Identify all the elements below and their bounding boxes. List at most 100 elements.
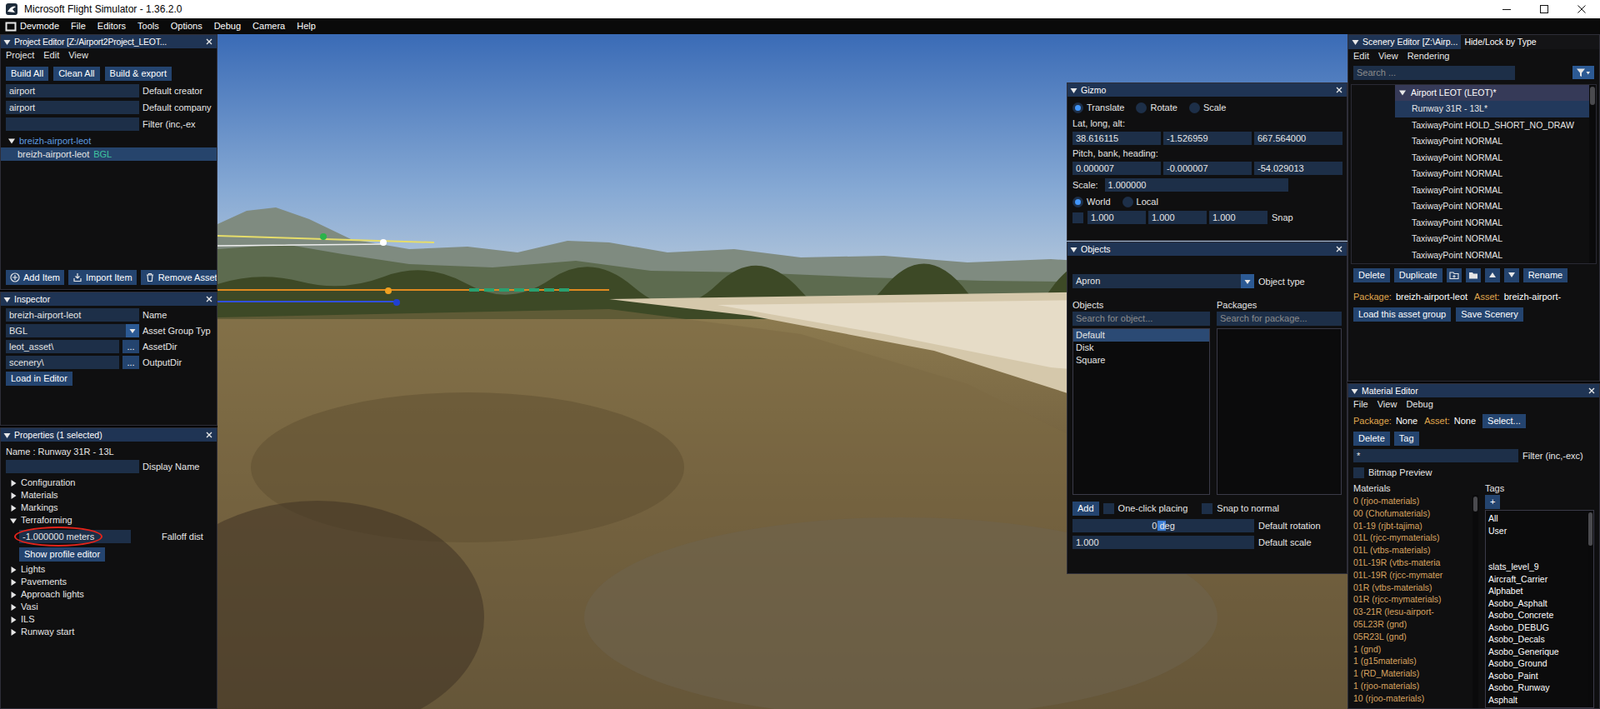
select-button[interactable]: Select... bbox=[1482, 414, 1526, 429]
scenery-action-button[interactable]: Save Scenery bbox=[1455, 307, 1523, 322]
tree-item[interactable]: Runway 31R - 13L* bbox=[1395, 100, 1590, 118]
material-item[interactable]: 01-19 (rjbt-tajima) bbox=[1353, 520, 1473, 533]
tab[interactable]: Scenery Editor [Z:\Airp... bbox=[1348, 35, 1461, 50]
menu-item[interactable]: Debug bbox=[1405, 397, 1433, 412]
menu-item[interactable]: View bbox=[1378, 49, 1399, 64]
menu-item[interactable]: Help bbox=[296, 18, 316, 35]
tag-item[interactable]: Asobo_Ground bbox=[1488, 657, 1588, 670]
material-item[interactable]: 01L (vtbs-materials) bbox=[1353, 544, 1473, 557]
material-item[interactable]: 01R (vtbs-materials) bbox=[1353, 581, 1473, 595]
collapsed-arrow-icon[interactable] bbox=[9, 504, 18, 513]
path-field[interactable]: leot_asset\ bbox=[5, 340, 120, 354]
material-button[interactable]: Delete bbox=[1353, 431, 1390, 446]
scale-field[interactable]: 1.000000 bbox=[1105, 178, 1289, 192]
tree-group[interactable]: breizh-airport-leot bbox=[0, 134, 217, 148]
move-down-button[interactable] bbox=[1504, 268, 1520, 283]
title-bar[interactable]: Inspector bbox=[0, 292, 217, 306]
property-section[interactable]: Approach lights bbox=[0, 588, 217, 601]
profile-editor-button[interactable]: Show profile editor bbox=[19, 547, 105, 562]
collapsed-arrow-icon[interactable] bbox=[9, 491, 18, 500]
title-bar[interactable]: Objects bbox=[1067, 242, 1347, 256]
3d-viewport[interactable]: GizmoTranslateRotateScaleLat, long, alt:… bbox=[217, 34, 1348, 709]
tree-item[interactable]: TaxiwayPoint NORMAL bbox=[1395, 182, 1590, 200]
collapse-arrow-icon[interactable] bbox=[3, 38, 11, 46]
radio-button[interactable] bbox=[1072, 102, 1084, 114]
material-item[interactable]: 01L-19R (rjcc-mymater bbox=[1353, 569, 1473, 582]
tag-item[interactable]: Asobo_Paint bbox=[1488, 670, 1588, 683]
tag-item[interactable]: Asobo_DEBUG bbox=[1488, 621, 1588, 635]
tag-item[interactable]: slats_level_9 bbox=[1488, 560, 1588, 574]
checkbox[interactable] bbox=[1072, 212, 1084, 224]
material-item[interactable]: 10 (rjoo-materials) bbox=[1353, 692, 1473, 705]
collapsed-arrow-icon[interactable] bbox=[9, 578, 18, 587]
menu-item[interactable]: Devmode bbox=[5, 18, 60, 35]
object-item[interactable]: Default bbox=[1073, 329, 1210, 342]
property-section[interactable]: ILS bbox=[0, 613, 217, 626]
collapse-arrow-icon[interactable] bbox=[3, 295, 11, 304]
menu-item[interactable]: Edit bbox=[1353, 49, 1370, 64]
collapsed-arrow-icon[interactable] bbox=[9, 565, 18, 575]
tag-item[interactable]: Asobo_Concrete bbox=[1488, 609, 1588, 622]
search-field[interactable] bbox=[1072, 311, 1210, 326]
position-field[interactable]: -1.526959 bbox=[1163, 131, 1252, 145]
tab[interactable]: Hide/Lock by Type bbox=[1460, 35, 1540, 50]
title-bar[interactable]: Project Editor [Z:/Airport2Project_LEOT.… bbox=[0, 35, 217, 49]
display-name-field[interactable] bbox=[5, 460, 140, 474]
collapsed-arrow-icon[interactable] bbox=[9, 628, 18, 637]
import-item-button[interactable]: Import Item bbox=[68, 270, 137, 285]
tree-item[interactable]: TaxiwayPoint NORMAL bbox=[1395, 215, 1590, 232]
tag-item[interactable]: Asobo_Runway bbox=[1488, 681, 1588, 695]
rotation-field[interactable]: -0.000007 bbox=[1163, 161, 1252, 175]
radio-option[interactable]: Scale bbox=[1189, 100, 1227, 115]
tag-item[interactable] bbox=[1488, 536, 1588, 550]
material-item[interactable]: 00 (Chofumaterials) bbox=[1353, 507, 1473, 520]
property-section[interactable]: Configuration bbox=[0, 476, 217, 490]
checkbox[interactable] bbox=[1201, 503, 1213, 515]
search-field[interactable] bbox=[1216, 311, 1342, 326]
browse-button[interactable]: ... bbox=[122, 355, 140, 370]
menu-item[interactable]: View bbox=[68, 48, 89, 63]
scrollbar-thumb[interactable] bbox=[1588, 512, 1593, 546]
property-section[interactable]: Materials bbox=[0, 489, 217, 502]
scrollbar[interactable] bbox=[1589, 85, 1596, 264]
menu-item[interactable]: Debug bbox=[214, 18, 241, 35]
close-icon[interactable] bbox=[204, 294, 215, 305]
add-item-button[interactable]: Add Item bbox=[5, 270, 65, 285]
close-icon[interactable] bbox=[204, 430, 215, 440]
title-bar[interactable]: Material Editor bbox=[1348, 384, 1600, 398]
tag-item[interactable]: User bbox=[1488, 525, 1588, 538]
tag-item[interactable]: Aircraft_Carrier bbox=[1488, 573, 1588, 586]
snap-field[interactable]: 1.000 bbox=[1148, 210, 1207, 225]
property-section[interactable]: Lights bbox=[0, 563, 217, 576]
menu-item[interactable]: Camera bbox=[252, 18, 285, 35]
text-field[interactable] bbox=[5, 117, 140, 131]
minimize-button[interactable] bbox=[1487, 0, 1525, 19]
remove-asset-button[interactable]: Remove Asset bbox=[140, 270, 218, 285]
scenery-button[interactable]: Duplicate bbox=[1394, 268, 1443, 283]
object-type-dropdown[interactable]: Apron bbox=[1072, 274, 1255, 289]
text-field[interactable]: airport bbox=[5, 100, 140, 115]
collapsed-arrow-icon[interactable] bbox=[9, 590, 18, 600]
radio-button[interactable] bbox=[1135, 102, 1147, 114]
filter-button[interactable] bbox=[1572, 65, 1595, 80]
scrollbar[interactable] bbox=[1587, 510, 1594, 708]
tree-item[interactable]: TaxiwayPoint NORMAL bbox=[1395, 165, 1590, 183]
menu-item[interactable]: View bbox=[1377, 397, 1398, 412]
property-section[interactable]: Vasi bbox=[0, 600, 217, 614]
radio-button[interactable] bbox=[1189, 102, 1200, 114]
property-section[interactable]: Runway start bbox=[0, 625, 217, 639]
material-item[interactable]: 05R23L (gnd) bbox=[1353, 630, 1473, 644]
tree-item[interactable]: TaxiwayPoint HOLD_SHORT_NO_DRAW bbox=[1395, 117, 1590, 135]
menu-item[interactable]: File bbox=[1353, 397, 1369, 412]
radio-option[interactable]: Local bbox=[1122, 195, 1159, 209]
material-button[interactable]: Tag bbox=[1394, 431, 1420, 446]
collapse-arrow-icon[interactable] bbox=[3, 431, 11, 440]
property-section[interactable]: Pavements bbox=[0, 575, 217, 589]
falloff-field[interactable]: -1.000000 meters bbox=[19, 530, 131, 544]
scrollbar-thumb[interactable] bbox=[1473, 496, 1478, 512]
tag-item[interactable]: All bbox=[1488, 512, 1588, 525]
tag-item[interactable]: Asobo_Decals bbox=[1488, 633, 1588, 646]
radio-button[interactable] bbox=[1072, 196, 1084, 208]
tree-group[interactable]: Airport LEOT (LEOT)* bbox=[1395, 85, 1590, 102]
collapse-arrow-icon[interactable] bbox=[1351, 38, 1360, 46]
